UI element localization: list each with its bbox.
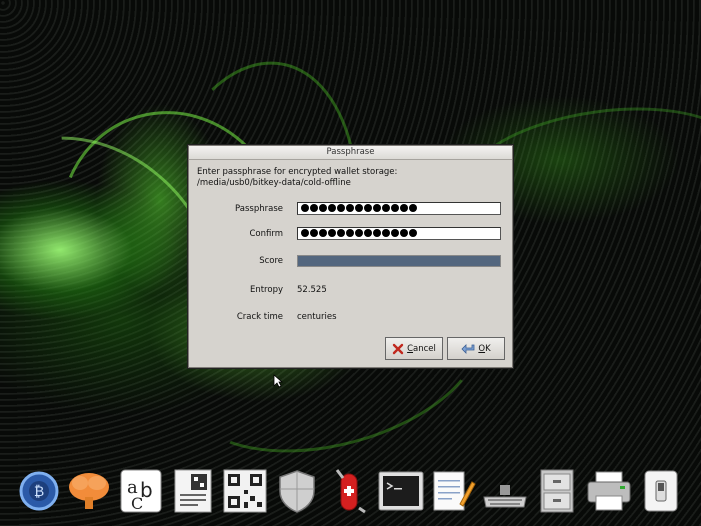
keyboard-icon[interactable] [482, 468, 528, 514]
confirm-input[interactable] [297, 227, 501, 240]
mask-dot [319, 204, 327, 212]
qr-code-icon[interactable] [222, 468, 268, 514]
swiss-knife-icon[interactable] [326, 468, 372, 514]
mask-dot [364, 204, 372, 212]
mask-dot [355, 229, 363, 237]
mask-dot [409, 229, 417, 237]
mask-dot [355, 204, 363, 212]
dialog-title: Passphrase [189, 146, 512, 160]
svg-text:C: C [131, 494, 143, 513]
mask-dot [391, 229, 399, 237]
brain-wallet-icon[interactable] [66, 468, 112, 514]
mouse-cursor-icon [273, 374, 283, 388]
file-cabinet-icon[interactable] [534, 468, 580, 514]
font-ab-icon[interactable]: abC [118, 468, 164, 514]
mask-dot [382, 229, 390, 237]
ok-arrow-icon [461, 343, 475, 354]
dialog-prompt: Enter passphrase for encrypted wallet st… [197, 167, 397, 189]
entropy-label: Entropy [249, 285, 283, 295]
mask-dot [301, 229, 309, 237]
mask-dot [337, 204, 345, 212]
cancel-button[interactable]: Cancel [385, 337, 443, 360]
crack-time-label: Crack time [236, 312, 283, 322]
cancel-icon [392, 343, 404, 354]
passphrase-input[interactable] [297, 202, 501, 215]
score-label: Score [259, 256, 283, 266]
printer-icon[interactable] [586, 468, 632, 514]
mask-dot [391, 204, 399, 212]
mask-dot [346, 229, 354, 237]
prompt-text: Enter passphrase for encrypted wallet st… [197, 167, 398, 177]
dock-bar: ₿ abC [0, 462, 701, 526]
mask-dot [310, 204, 318, 212]
mask-dot [409, 204, 417, 212]
ok-button[interactable]: OK [447, 337, 505, 360]
mask-dot [382, 204, 390, 212]
passphrase-label: Passphrase [235, 204, 283, 214]
mask-dot [328, 229, 336, 237]
mask-dot [337, 229, 345, 237]
passphrase-mask [301, 204, 417, 212]
entropy-value: 52.525 [297, 285, 327, 295]
qr-document-icon[interactable] [170, 468, 216, 514]
mask-dot [373, 204, 381, 212]
wallet-path: /media/usb0/bitkey-data/cold-offline [197, 178, 351, 188]
mask-dot [346, 204, 354, 212]
confirm-mask [301, 229, 417, 237]
mask-dot [400, 204, 408, 212]
confirm-label: Confirm [249, 229, 283, 239]
passphrase-dialog: Passphrase Enter passphrase for encrypte… [188, 145, 513, 368]
mask-dot [310, 229, 318, 237]
mask-dot [373, 229, 381, 237]
ok-label: K [485, 343, 491, 354]
cancel-label: ancel [413, 343, 436, 354]
mask-dot [364, 229, 372, 237]
terminal-icon[interactable] [378, 468, 424, 514]
text-editor-icon[interactable] [430, 468, 476, 514]
crack-time-value: centuries [297, 312, 337, 322]
power-switch-icon[interactable] [638, 468, 684, 514]
shield-icon[interactable] [274, 468, 320, 514]
electrum-bitcoin-icon[interactable]: ₿ [16, 468, 62, 514]
score-bar [297, 255, 501, 267]
mask-dot [328, 204, 336, 212]
mask-dot [319, 229, 327, 237]
mask-dot [301, 204, 309, 212]
mask-dot [400, 229, 408, 237]
svg-text:₿: ₿ [34, 484, 44, 500]
